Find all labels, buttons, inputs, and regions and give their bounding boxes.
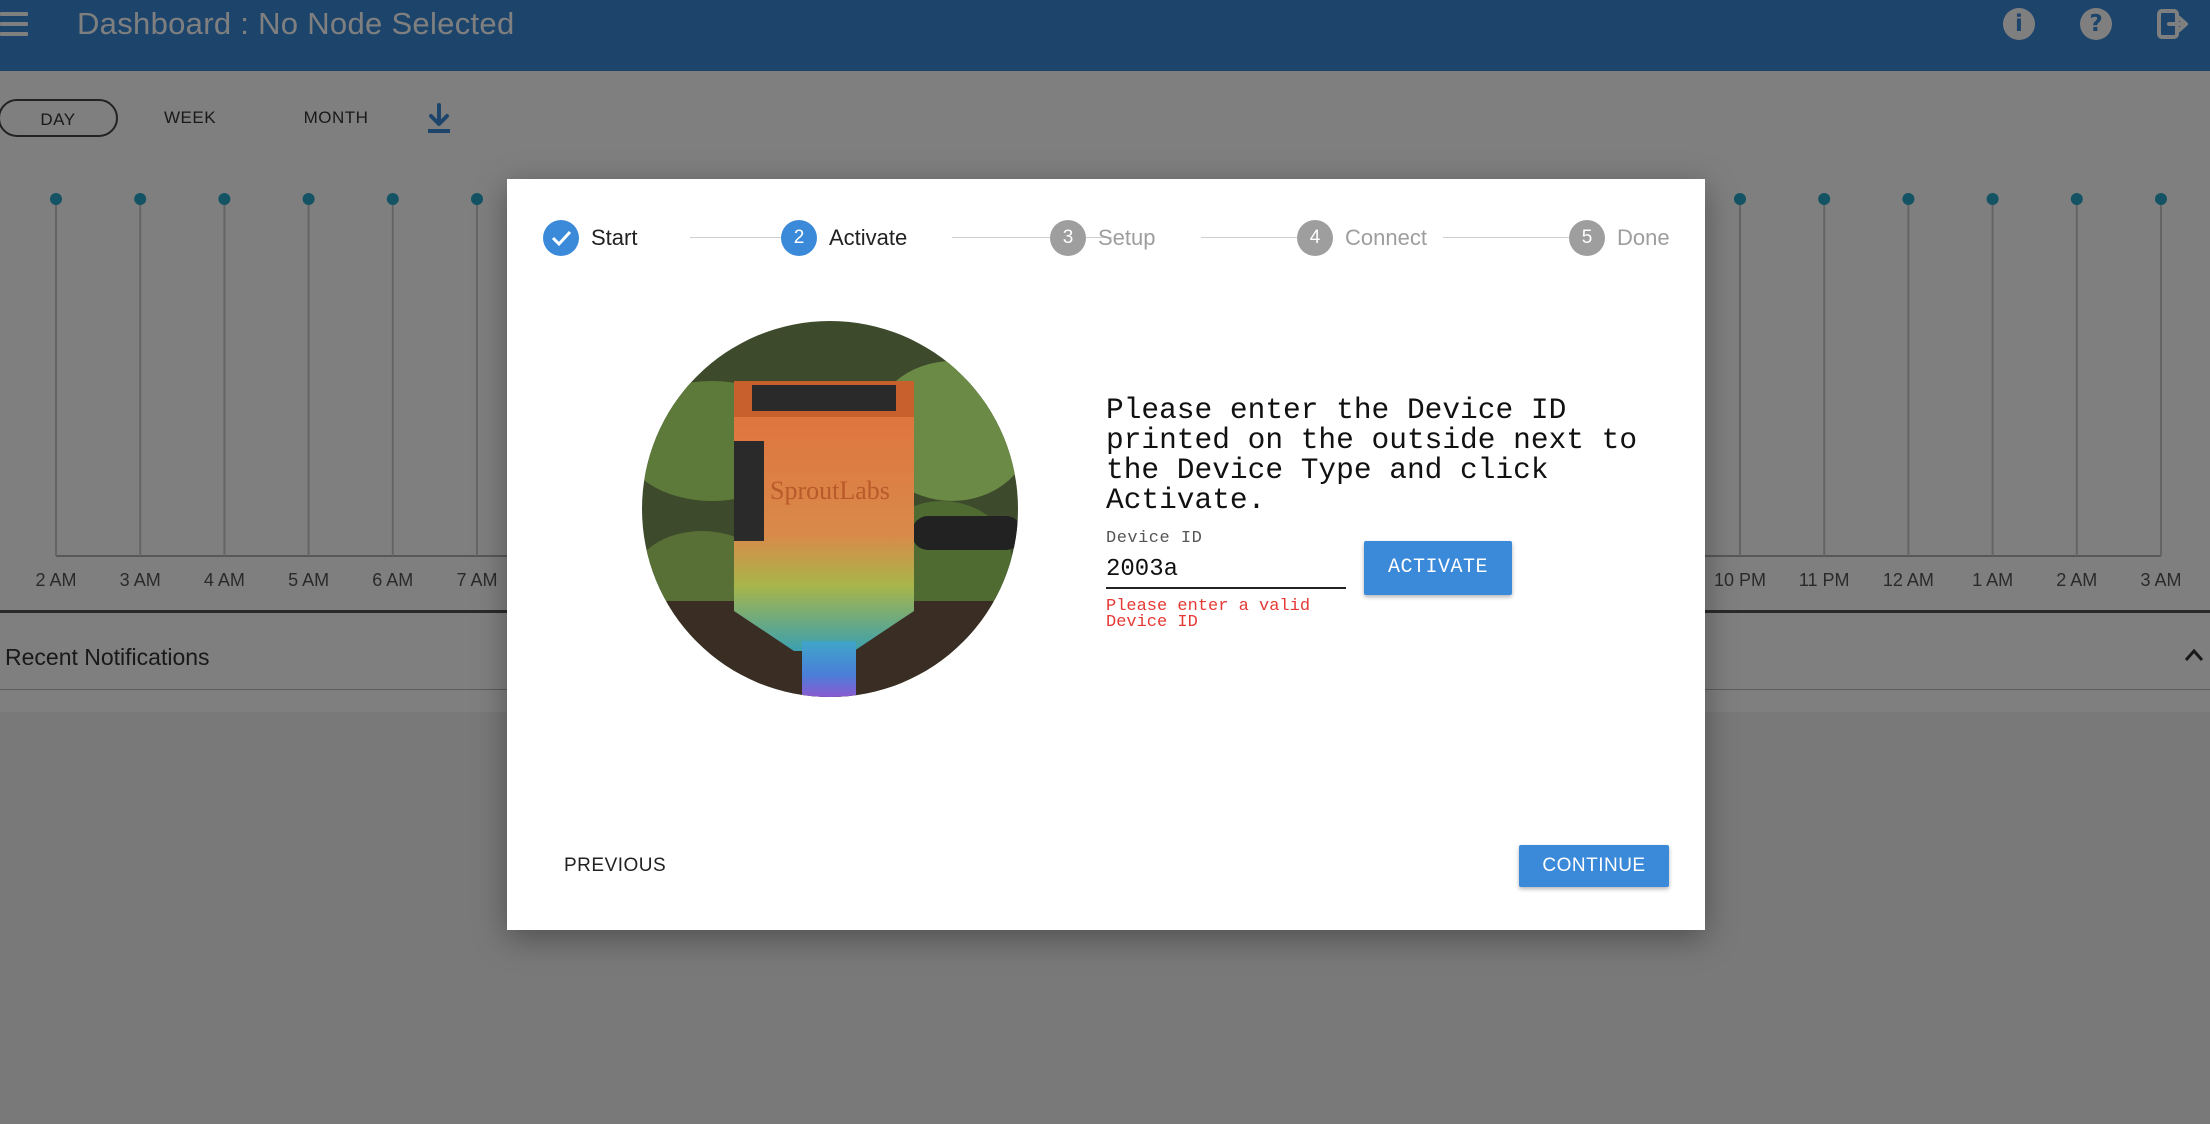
- instructions-text: Please enter the Device ID printed on th…: [1106, 393, 1638, 517]
- step-label: Connect: [1345, 225, 1427, 250]
- wizard-stepper: Start 2 Activate 3 Setup 4 Connect 5 Don…: [543, 213, 1675, 263]
- step-number: 2: [781, 220, 817, 256]
- step-number: 5: [1569, 220, 1605, 256]
- step-start: Start: [543, 213, 637, 263]
- step-number: 4: [1297, 220, 1333, 256]
- device-id-label: Device ID: [1106, 529, 1203, 548]
- device-id-input[interactable]: [1106, 551, 1346, 589]
- step-activate: 2 Activate: [781, 213, 907, 263]
- device-brand-text: SproutLabs: [770, 476, 890, 505]
- step-connect: 4 Connect: [1297, 213, 1427, 263]
- step-label: Start: [591, 225, 638, 250]
- continue-button[interactable]: CONTINUE: [1519, 845, 1669, 887]
- step-label: Setup: [1098, 225, 1156, 250]
- previous-button[interactable]: PREVIOUS: [564, 855, 666, 877]
- device-id-error: Please enter a valid Device ID: [1106, 597, 1311, 632]
- setup-wizard-dialog: Start 2 Activate 3 Setup 4 Connect 5 Don…: [507, 179, 1705, 930]
- step-label: Activate: [829, 225, 908, 250]
- check-icon: [543, 220, 579, 256]
- step-label: Done: [1617, 225, 1670, 250]
- step-setup: 3 Setup: [1050, 213, 1156, 263]
- step-done: 5 Done: [1569, 213, 1670, 263]
- step-number: 3: [1050, 220, 1086, 256]
- device-photo: SproutLabs: [642, 321, 1018, 697]
- activate-button[interactable]: ACTIVATE: [1364, 541, 1512, 595]
